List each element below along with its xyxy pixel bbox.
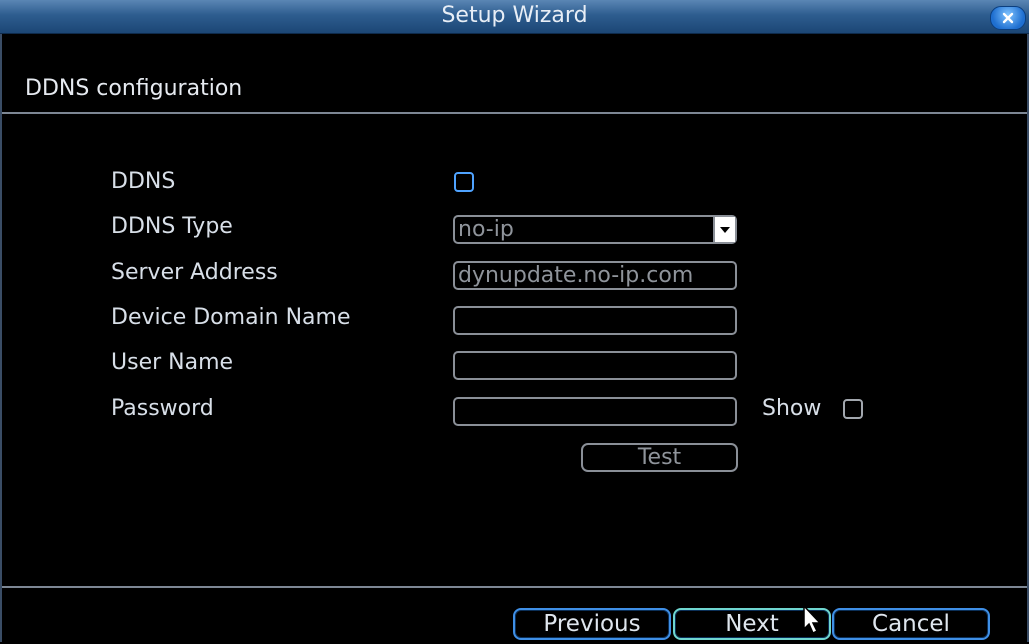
ddns-type-select[interactable]: no-ip [453, 215, 737, 244]
window-title: Setup Wizard [441, 3, 588, 28]
test-button[interactable]: Test [581, 443, 738, 472]
show-password-checkbox[interactable] [843, 399, 863, 419]
server-address-label: Server Address [111, 260, 278, 285]
user-name-field[interactable] [453, 351, 737, 380]
close-button[interactable] [990, 6, 1026, 30]
ddns-type-value: no-ip [458, 217, 514, 242]
cancel-button[interactable]: Cancel [832, 608, 990, 640]
ddns-checkbox[interactable] [454, 172, 474, 192]
divider-bottom [2, 586, 1027, 588]
chevron-down-icon [720, 227, 730, 233]
show-label: Show [762, 396, 822, 421]
server-address-field[interactable]: dynupdate.no-ip.com [453, 261, 737, 290]
dropdown-button[interactable] [713, 217, 735, 242]
device-domain-label: Device Domain Name [111, 305, 351, 330]
password-label: Password [111, 396, 214, 421]
device-domain-field[interactable] [453, 306, 737, 335]
title-bar: Setup Wizard [0, 0, 1029, 34]
section-title: DDNS configuration [25, 76, 243, 101]
ddns-label: DDNS [111, 169, 176, 194]
ddns-type-label: DDNS Type [111, 214, 233, 239]
wizard-frame [0, 34, 1029, 642]
password-field[interactable] [453, 397, 737, 426]
divider-top [2, 112, 1027, 114]
mouse-pointer-icon [803, 605, 822, 635]
user-name-label: User Name [111, 350, 234, 375]
previous-button[interactable]: Previous [513, 608, 671, 640]
close-icon [1002, 12, 1014, 24]
